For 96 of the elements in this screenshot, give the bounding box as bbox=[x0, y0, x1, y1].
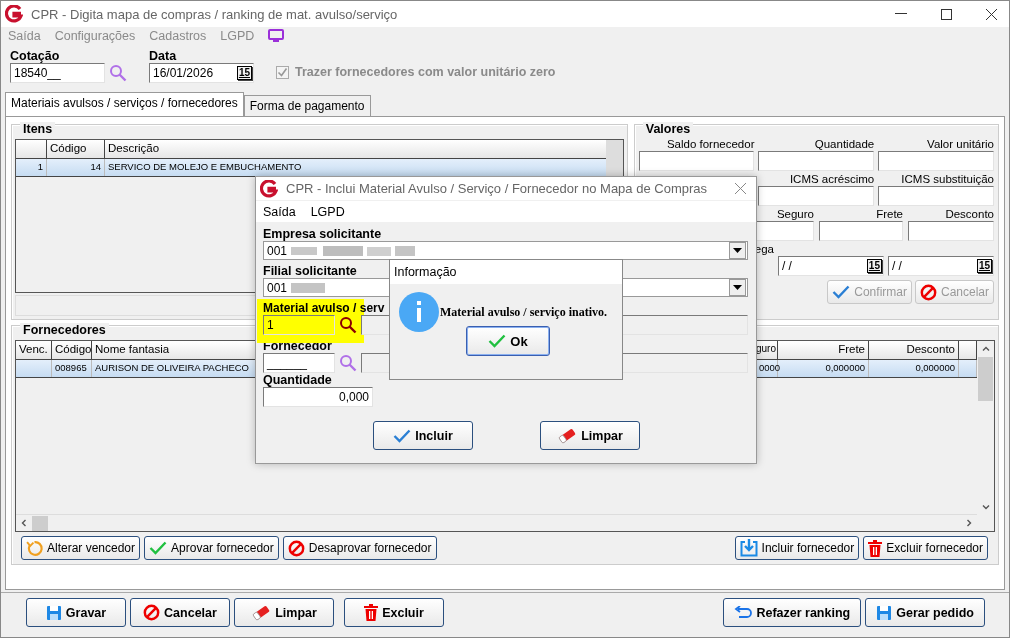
input-field[interactable]: 18540__ bbox=[10, 63, 105, 83]
field-label: Saldo fornecedor bbox=[665, 137, 755, 151]
scrollbar-thumb[interactable] bbox=[32, 515, 48, 531]
scroll-right-icon[interactable] bbox=[965, 519, 973, 527]
field-label: Cotação bbox=[10, 49, 60, 63]
date-field[interactable]: / / 15 bbox=[777, 256, 884, 276]
forbid-button[interactable]: Desaprovar fornecedor bbox=[282, 536, 437, 560]
input-field[interactable] bbox=[878, 151, 994, 171]
dropdown[interactable]: 001 bbox=[263, 241, 748, 260]
column-header[interactable]: Frete bbox=[778, 341, 869, 360]
scrollbar-thumb[interactable] bbox=[978, 357, 993, 401]
field-label: Empresa solicitante bbox=[263, 227, 382, 241]
eraser-button[interactable]: Limpar bbox=[234, 598, 334, 627]
input-field[interactable] bbox=[638, 151, 755, 171]
check-icon bbox=[393, 428, 412, 443]
column-header[interactable]: Descrição bbox=[105, 140, 608, 159]
checkbox-label: Trazer fornecedores com valor unitário zero bbox=[295, 65, 556, 79]
forbidden-icon bbox=[287, 539, 305, 557]
field-label: Filial solicitante bbox=[263, 264, 357, 278]
field-label: Frete bbox=[875, 207, 903, 221]
trash-button[interactable]: Excluir fornecedor bbox=[863, 536, 988, 560]
trash-icon bbox=[868, 539, 883, 557]
table-cell: 0,000000 bbox=[869, 360, 959, 377]
monitor-icon[interactable] bbox=[268, 29, 285, 43]
input-field[interactable]: 1 bbox=[263, 315, 335, 335]
maximize-icon[interactable] bbox=[941, 8, 952, 20]
input-field[interactable] bbox=[908, 221, 994, 241]
date-field[interactable]: 16/01/2026 15 bbox=[149, 63, 254, 83]
horizontal-scrollbar[interactable] bbox=[16, 514, 977, 531]
approve-button[interactable]: Ok bbox=[466, 326, 550, 356]
input-field[interactable] bbox=[758, 151, 875, 171]
field-label: Data bbox=[149, 49, 177, 63]
column-header[interactable]: Código bbox=[52, 341, 92, 360]
menu-item[interactable]: LGPD bbox=[310, 204, 345, 219]
undo-button[interactable]: Refazer ranking bbox=[723, 598, 862, 627]
calendar-button[interactable]: 15 bbox=[236, 66, 252, 80]
table-cell: 008965 bbox=[52, 360, 92, 377]
forbidden-icon bbox=[919, 283, 937, 301]
field-label: ICMS acréscimo bbox=[788, 172, 875, 186]
logo-icon bbox=[260, 179, 278, 198]
field-label: Valor unitário bbox=[926, 137, 994, 151]
window-title: CPR - Digita mapa de compras / ranking de mat. avulso/serviço bbox=[31, 6, 398, 22]
check-icon bbox=[488, 334, 507, 348]
field-label: Fornecedor bbox=[263, 339, 332, 353]
scroll-up-icon[interactable] bbox=[981, 345, 990, 353]
back-arrow-icon bbox=[734, 605, 753, 620]
forbid-button[interactable]: Cancelar bbox=[130, 598, 230, 627]
minimize-icon[interactable] bbox=[895, 13, 907, 15]
refresh-icon bbox=[26, 539, 43, 557]
download-icon bbox=[739, 539, 758, 557]
table-cell: 14 bbox=[47, 159, 105, 176]
approve-button[interactable]: Aprovar fornecedor bbox=[144, 536, 279, 560]
column-header[interactable] bbox=[959, 341, 977, 360]
check-icon bbox=[832, 285, 851, 299]
eraser-button[interactable]: Limpar bbox=[540, 421, 640, 450]
input-field[interactable]: ______ bbox=[263, 353, 335, 373]
scroll-down-icon[interactable] bbox=[981, 503, 990, 511]
confirm-button[interactable]: Incluir bbox=[373, 421, 473, 450]
refresh-button[interactable]: Alterar vencedor bbox=[21, 536, 141, 560]
calendar-button[interactable]: 15 bbox=[976, 259, 992, 273]
input-field[interactable] bbox=[878, 186, 994, 206]
forbidden-icon bbox=[143, 604, 161, 621]
group-title: Fornecedores bbox=[20, 323, 109, 337]
group-title: Itens bbox=[20, 122, 56, 136]
search-icon[interactable] bbox=[339, 316, 357, 334]
menu-item[interactable]: Saída bbox=[263, 204, 296, 219]
import-button[interactable]: Incluir fornecedor bbox=[734, 536, 860, 560]
column-header[interactable]: Desconto bbox=[869, 341, 959, 360]
field-label: Quantidade bbox=[813, 137, 875, 151]
column-header[interactable]: Venc. bbox=[16, 341, 52, 360]
table-cell: 1 bbox=[16, 159, 47, 176]
message-text: Material avulso / serviço inativo. bbox=[440, 304, 607, 320]
close-icon[interactable] bbox=[986, 8, 997, 20]
save-button[interactable]: Gerar pedido bbox=[865, 598, 985, 627]
field-label: ICMS substituição bbox=[900, 172, 994, 186]
column-header[interactable]: Código bbox=[47, 140, 105, 159]
check-icon bbox=[149, 541, 168, 555]
tab[interactable]: Materiais avulsos / serviços / fornecedores bbox=[5, 92, 244, 116]
date-field[interactable]: / / 15 bbox=[887, 256, 994, 276]
group-title: Valores bbox=[642, 122, 694, 136]
trash-button[interactable]: Excluir bbox=[344, 598, 444, 627]
tab[interactable]: Forma de pagamento bbox=[243, 95, 371, 116]
info-icon bbox=[399, 292, 439, 332]
save-button[interactable]: Gravar bbox=[26, 598, 126, 627]
input-field[interactable]: 0,000 bbox=[263, 387, 373, 407]
dialog-title: CPR - Inclui Material Avulso / Serviço / Fornecedor no Mapa de Compras bbox=[286, 181, 707, 196]
input-field[interactable] bbox=[819, 221, 903, 241]
column-header[interactable] bbox=[16, 140, 47, 159]
trash-icon bbox=[364, 604, 379, 621]
scroll-left-icon[interactable] bbox=[20, 519, 28, 527]
field-label: Seguro bbox=[775, 207, 814, 221]
input-field[interactable] bbox=[758, 186, 875, 206]
message-title: Informação bbox=[394, 265, 457, 279]
field-label: Desconto bbox=[944, 207, 994, 221]
logo-icon bbox=[5, 5, 23, 23]
calendar-button[interactable]: 15 bbox=[866, 259, 882, 273]
